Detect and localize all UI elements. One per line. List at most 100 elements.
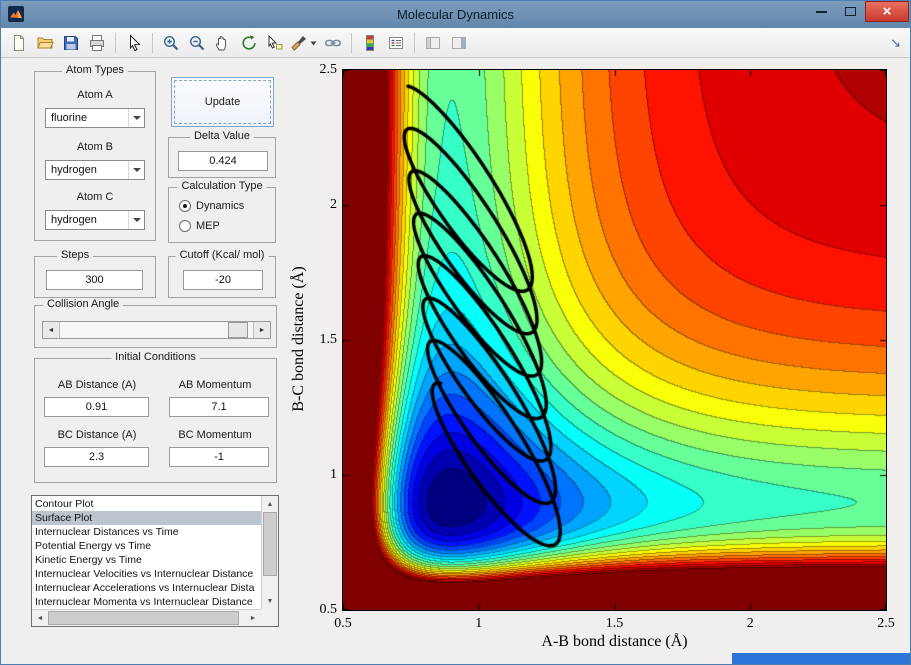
collision-angle-slider[interactable]: ◄ ► bbox=[42, 321, 271, 339]
maximize-button[interactable] bbox=[836, 1, 865, 22]
cutoff-field[interactable]: -20 bbox=[183, 270, 263, 290]
x-tick-label: 2.5 bbox=[877, 616, 895, 631]
scroll-up-button[interactable]: ▲ bbox=[262, 496, 278, 512]
y-tick-label: 1.5 bbox=[319, 332, 338, 347]
plot-list: Contour Plot Surface Plot Internuclear D… bbox=[31, 495, 279, 627]
scroll-down-button[interactable]: ▼ bbox=[262, 593, 278, 609]
rotate-3d-button[interactable] bbox=[237, 31, 261, 55]
collision-angle-panel: Collision Angle ◄ ► bbox=[34, 298, 277, 348]
atom-types-panel: Atom Types Atom A fluorine Atom B hydrog… bbox=[34, 64, 156, 241]
slider-right-arrow[interactable]: ► bbox=[253, 322, 270, 338]
radio-mep-label: MEP bbox=[196, 220, 220, 232]
atom-b-dropdown-arrow[interactable] bbox=[128, 161, 144, 179]
scroll-left-button[interactable]: ◄ bbox=[32, 610, 48, 626]
brush-button[interactable] bbox=[289, 31, 319, 55]
atom-a-dropdown-arrow[interactable] bbox=[128, 109, 144, 127]
zoom-out-button[interactable] bbox=[185, 31, 209, 55]
radio-mep[interactable]: MEP bbox=[179, 220, 220, 232]
update-button[interactable]: Update bbox=[171, 77, 274, 127]
minimize-button[interactable] bbox=[807, 1, 836, 22]
vertical-scrollbar[interactable]: ▲ ▼ bbox=[261, 496, 278, 609]
atom-a-value: fluorine bbox=[51, 112, 88, 124]
y-tick-label: 2 bbox=[330, 197, 337, 212]
vertical-scroll-thumb[interactable] bbox=[263, 512, 277, 576]
hide-plot-tools-button[interactable] bbox=[421, 31, 445, 55]
edit-plot-button[interactable] bbox=[122, 31, 146, 55]
show-plot-tools-button[interactable] bbox=[447, 31, 471, 55]
chevron-down-icon bbox=[132, 168, 141, 172]
toolbar-separator bbox=[115, 32, 116, 53]
ab-distance-label: AB Distance (A) bbox=[57, 379, 137, 391]
minimize-icon bbox=[816, 10, 827, 13]
list-item[interactable]: Internuclear Momenta vs Internuclear Dis… bbox=[32, 595, 261, 609]
titlebar[interactable]: Molecular Dynamics × bbox=[1, 1, 910, 28]
arrow-down-icon: ▼ bbox=[266, 597, 274, 605]
close-icon: × bbox=[882, 3, 892, 20]
atom-b-select[interactable]: hydrogen bbox=[45, 160, 145, 180]
collision-angle-thumb[interactable] bbox=[227, 322, 248, 338]
horizontal-scrollbar[interactable]: ◄ ► bbox=[32, 609, 261, 626]
bc-distance-field[interactable]: 2.3 bbox=[44, 447, 149, 467]
steps-field[interactable]: 300 bbox=[46, 270, 143, 290]
ab-momentum-label: AB Momentum bbox=[178, 379, 252, 391]
insert-colorbar-button[interactable] bbox=[358, 31, 382, 55]
data-cursor-button[interactable] bbox=[263, 31, 287, 55]
list-item[interactable]: Contour Plot bbox=[32, 497, 261, 511]
app-window: Molecular Dynamics × ↘ Atom Types Atom A… bbox=[0, 0, 911, 665]
scrollbar-corner bbox=[261, 609, 278, 626]
x-tick-label: 1.5 bbox=[605, 616, 624, 631]
dock-figure-button[interactable]: ↘ bbox=[890, 35, 904, 51]
chevron-down-icon bbox=[132, 116, 141, 120]
zoom-in-button[interactable] bbox=[159, 31, 183, 55]
slider-left-arrow[interactable]: ◄ bbox=[43, 322, 60, 338]
list-item[interactable]: Surface Plot bbox=[32, 511, 261, 525]
bc-momentum-label: BC Momentum bbox=[178, 429, 252, 441]
link-plots-button[interactable] bbox=[321, 31, 345, 55]
list-item[interactable]: Internuclear Accelerations vs Internucle… bbox=[32, 581, 261, 595]
slider-track[interactable] bbox=[60, 322, 253, 338]
atom-c-label: Atom C bbox=[76, 191, 114, 203]
bc-momentum-field[interactable]: -1 bbox=[169, 447, 269, 467]
delta-value-panel: Delta Value 0.424 bbox=[168, 130, 276, 178]
list-item[interactable]: Potential Energy vs Time bbox=[32, 539, 261, 553]
toolbar-separator bbox=[152, 32, 153, 53]
open-file-button[interactable] bbox=[33, 31, 57, 55]
chevron-down-icon bbox=[132, 218, 141, 222]
horizontal-scroll-thumb[interactable] bbox=[48, 611, 239, 625]
toolbar-separator bbox=[414, 32, 415, 53]
print-button[interactable] bbox=[85, 31, 109, 55]
bc-distance-label: BC Distance (A) bbox=[57, 429, 137, 441]
ab-momentum-field[interactable]: 7.1 bbox=[169, 397, 269, 417]
link-plots-icon bbox=[324, 39, 341, 46]
scroll-right-button[interactable]: ► bbox=[245, 610, 261, 626]
atom-c-select[interactable]: hydrogen bbox=[45, 210, 145, 230]
list-item[interactable]: Internuclear Velocities vs Internuclear … bbox=[32, 567, 261, 581]
pan-hand-icon bbox=[216, 35, 226, 50]
open-folder-icon bbox=[37, 37, 54, 48]
hide-plot-tools-icon bbox=[426, 36, 440, 49]
atom-c-dropdown-arrow[interactable] bbox=[128, 211, 144, 229]
insert-legend-button[interactable] bbox=[384, 31, 408, 55]
atom-a-label: Atom A bbox=[77, 89, 113, 101]
list-item[interactable]: Internuclear Distances vs Time bbox=[32, 525, 261, 539]
collision-angle-title: Collision Angle bbox=[43, 298, 124, 310]
save-button[interactable] bbox=[59, 31, 83, 55]
taskbar-fragment bbox=[732, 653, 910, 664]
y-tick-label: 0.5 bbox=[319, 602, 338, 617]
pan-button[interactable] bbox=[211, 31, 235, 55]
delta-value-title: Delta Value bbox=[189, 130, 255, 142]
cutoff-title: Cutoff (Kcal/ mol) bbox=[175, 249, 269, 261]
data-cursor-icon bbox=[268, 34, 283, 49]
atom-a-select[interactable]: fluorine bbox=[45, 108, 145, 128]
new-file-button[interactable] bbox=[7, 31, 31, 55]
radio-dynamics[interactable]: Dynamics bbox=[179, 200, 244, 212]
list-item[interactable]: Kinetic Energy vs Time bbox=[32, 553, 261, 567]
x-tick-label: 1 bbox=[475, 616, 483, 631]
delta-value-field[interactable]: 0.424 bbox=[178, 151, 268, 171]
calc-type-panel: Calculation Type Dynamics MEP bbox=[168, 180, 276, 243]
initial-conditions-title: Initial Conditions bbox=[111, 351, 200, 363]
ab-distance-field[interactable]: 0.91 bbox=[44, 397, 149, 417]
close-button[interactable]: × bbox=[865, 1, 909, 22]
steps-panel: Steps 300 bbox=[34, 249, 156, 298]
pes-canvas[interactable] bbox=[343, 70, 886, 610]
